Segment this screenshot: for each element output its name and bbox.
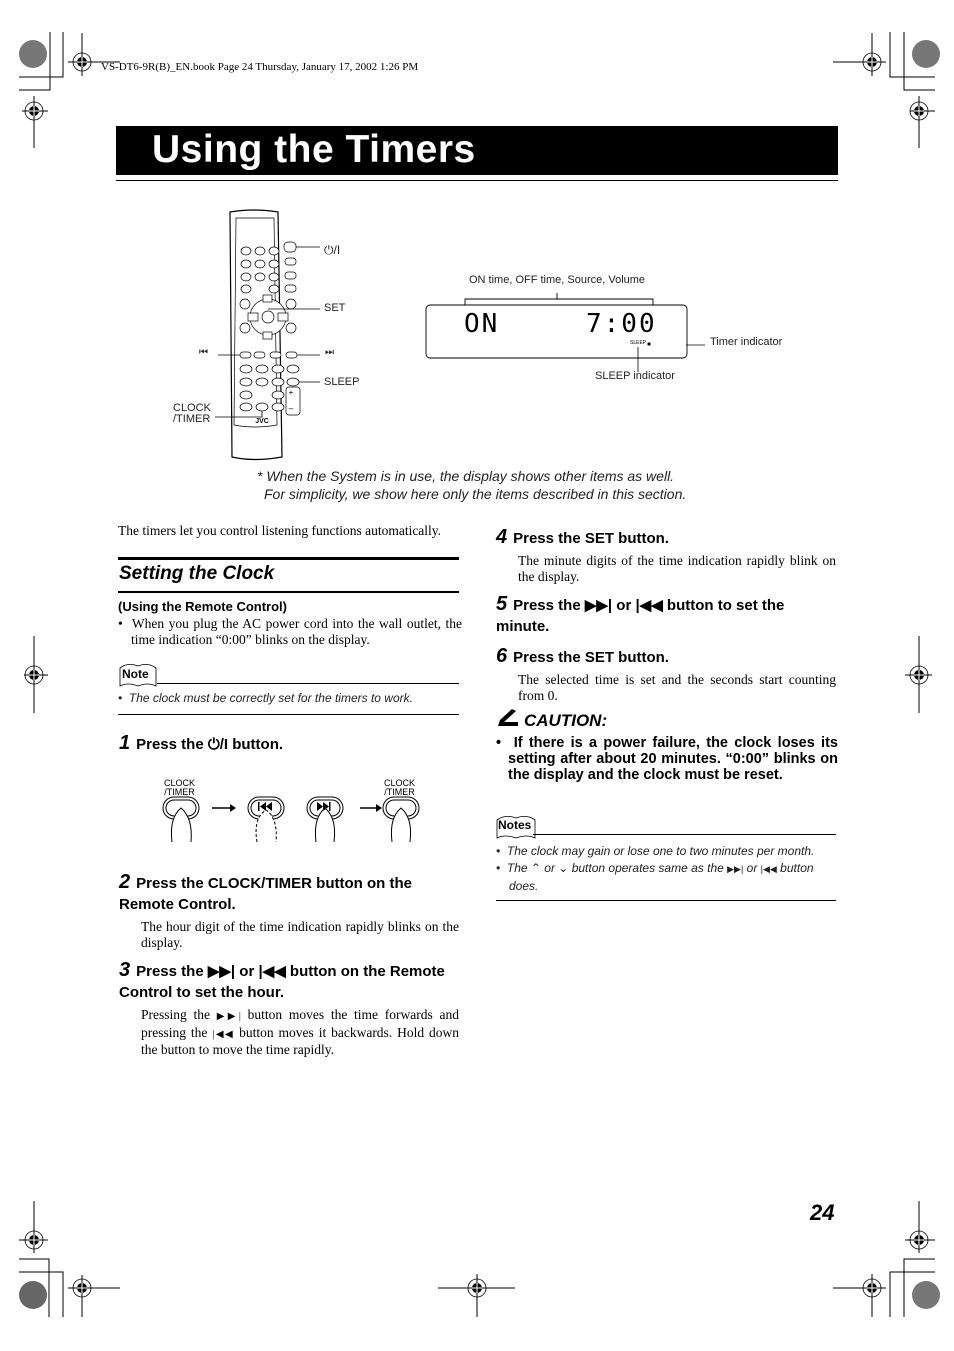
note-rule-bottom	[118, 714, 459, 715]
step-2: 2 Press the CLOCK/TIMER button on the Rem…	[119, 871, 412, 914]
label-set: SET	[324, 302, 346, 314]
down-chevron-icon: ⌄	[558, 861, 569, 875]
timer-indicator-icon	[647, 342, 651, 346]
power-button	[283, 241, 297, 253]
display-sleep-mark: SLEEP	[630, 340, 647, 346]
display-time: 7:00	[586, 309, 657, 339]
prev-icon: |◀◀	[635, 597, 663, 614]
display-left-text: ON	[464, 309, 500, 339]
section-title: Setting the Clock	[119, 563, 275, 584]
note-rule-top	[157, 683, 459, 684]
note-item: • The ⌃ or ⌄ button operates same as the…	[496, 861, 814, 893]
bullet-item: • When you plug the AC power cord into t…	[118, 616, 462, 647]
next-icon: ▶▶|	[207, 963, 236, 980]
remote-brand: JVC	[255, 418, 269, 425]
page-number: 24	[810, 1200, 835, 1225]
prev-icon: |◀◀	[212, 1028, 235, 1040]
figure-footnote-1: * When the System is in use, the display…	[257, 468, 675, 484]
notes-rule-top	[533, 834, 836, 835]
step-1: 1 Press the ⏻/I button.	[119, 732, 284, 754]
label-prev: ⏮	[199, 347, 208, 358]
set-button	[261, 310, 275, 324]
next-button	[285, 351, 298, 359]
up-chevron-icon: ⌃	[530, 861, 541, 875]
step-6-body: The selected time is set and the seconds…	[518, 672, 836, 703]
page-title: Using the Timers	[152, 128, 476, 171]
section-rule-top	[118, 557, 459, 560]
notes-rule-bottom	[496, 900, 836, 901]
prev-button	[239, 351, 252, 359]
label-power: ⏻/I	[324, 243, 341, 257]
caution-label: CAUTION:	[524, 711, 608, 730]
notes-list: • The clock may gain or lose one to two …	[496, 843, 836, 895]
subheading: (Using the Remote Control)	[118, 599, 287, 614]
label-clock-timer: CLOCK /TIMER	[173, 402, 211, 425]
next-icon: ▶▶|	[216, 1011, 241, 1022]
power-icon: ⏻/I	[207, 736, 229, 753]
caution-item: • If there is a power failure, the clock…	[496, 735, 838, 783]
next-icon: ▶▶|	[584, 597, 613, 614]
step-4: 4 Press the SET button.	[496, 526, 669, 548]
step-5: 5 Press the ▶▶| or |◀◀ button to set the …	[496, 593, 785, 636]
color-wheel-mark	[19, 40, 47, 68]
caution-pen-icon	[498, 709, 518, 726]
svg-text:–: –	[289, 404, 294, 413]
title-rule	[116, 180, 838, 181]
svg-text:+: +	[289, 388, 294, 397]
step-4-body: The minute digits of the time indication…	[518, 553, 836, 584]
print-header: VS-DT6-9R(B)_EN.book Page 24 Thursday, J…	[101, 61, 419, 73]
note-label: Note	[122, 667, 149, 681]
label-next: ⏭	[325, 347, 334, 358]
note-item: • The clock may gain or lose one to two …	[496, 844, 815, 858]
prev-icon: |◀◀	[258, 963, 286, 980]
next-icon: ▶▶|	[727, 864, 744, 874]
display-bracket-label: ON time, OFF time, Source, Volume	[469, 274, 646, 286]
prev-icon: |◀◀	[760, 864, 777, 874]
step-3: 3 Press the ▶▶| or |◀◀ button on the Remo…	[119, 959, 445, 1002]
label-sleep: SLEEP	[324, 376, 360, 388]
button-sequence-illustration	[162, 796, 420, 843]
intro-text: The timers let you control listening fun…	[118, 523, 442, 538]
note-item: • The clock must be correctly set for th…	[118, 691, 413, 705]
step-3-body: Pressing the ▶▶| button moves the time f…	[141, 1007, 460, 1057]
clock-timer-button	[255, 402, 269, 412]
notes-label: Notes	[498, 818, 532, 832]
sleep-button	[286, 377, 300, 387]
step-2-body: The hour digit of the time indication ra…	[141, 919, 459, 950]
section-rule-bottom	[118, 591, 459, 593]
timer-indicator-label: Timer indicator	[710, 336, 783, 348]
sleep-indicator-label: SLEEP indicator	[595, 370, 675, 382]
step-6: 6 Press the SET button.	[496, 645, 669, 667]
figure-footnote-2: For simplicity, we show here only the it…	[264, 486, 687, 502]
